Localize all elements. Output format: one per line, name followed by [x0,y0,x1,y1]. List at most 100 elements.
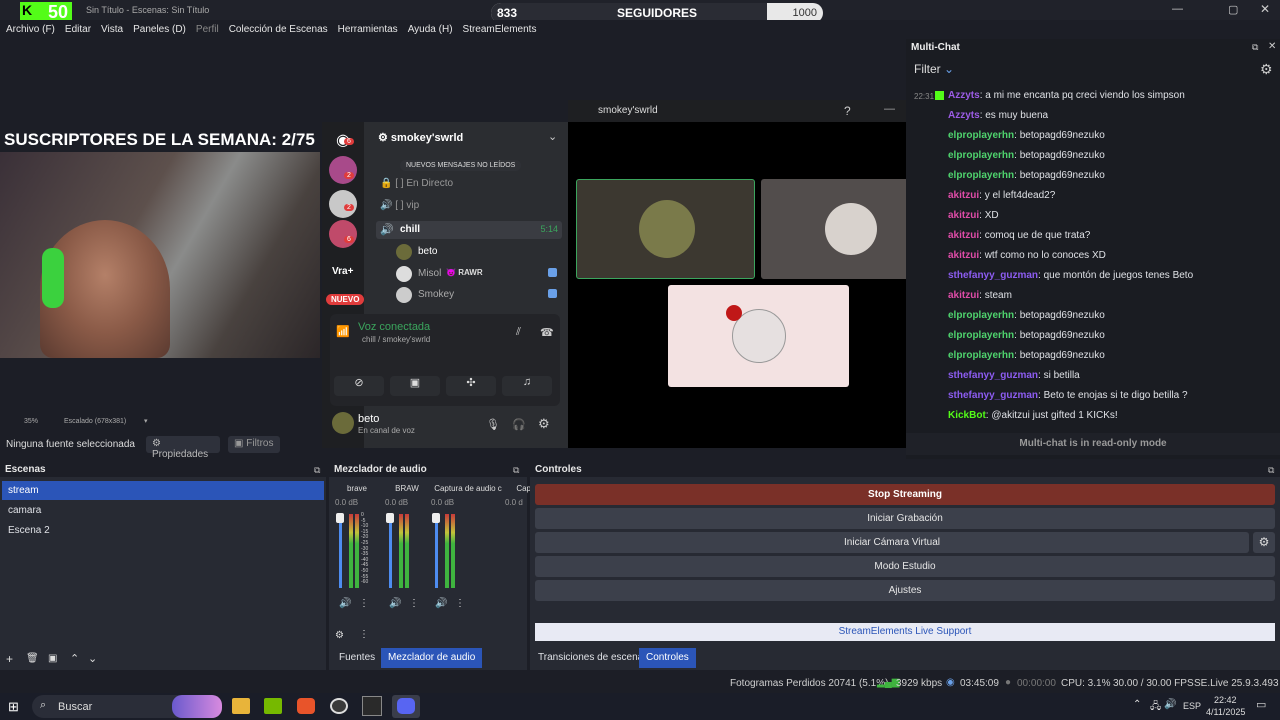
chat-username[interactable]: elproplayerhn [948,310,1014,321]
trash-icon[interactable]: 🗑 [26,653,39,664]
nvidia-icon[interactable] [264,698,282,714]
volume-fader[interactable] [339,514,342,588]
notification-icon[interactable]: ▭ [1256,698,1266,711]
voice-user-beto[interactable]: beto [418,246,437,257]
noise-icon[interactable]: ⫽ [516,326,521,339]
gear-icon[interactable]: ⚙ [335,630,344,641]
volume-fader[interactable] [389,514,392,588]
file-explorer-icon[interactable] [232,698,250,714]
scale-label[interactable]: Escalado (678x381) [64,418,126,425]
more-icon[interactable]: ⋮ [455,598,465,609]
stop-streaming-button[interactable]: Stop Streaming [535,484,1275,505]
filter-icon[interactable]: ▣ [48,653,57,664]
chat-username[interactable]: akitzui [948,210,979,221]
chat-username[interactable]: elproplayerhn [948,150,1014,161]
call-tile-beto[interactable] [576,179,755,279]
chat-username[interactable]: elproplayerhn [948,350,1014,361]
live-support-button[interactable]: StreamElements Live Support [535,623,1275,641]
channel-en-directo[interactable]: 🔒 [ ] En Directo [380,178,453,189]
chevron-down-icon[interactable]: ▾ [144,417,148,425]
channel-vip[interactable]: 🔊 [ ] vip [380,200,419,211]
filters-button[interactable]: ▣ Filtros [228,436,280,453]
tab-controles[interactable]: Controles [639,648,696,668]
menu-coleccion[interactable]: Colección de Escenas [229,24,328,35]
filter-dropdown[interactable]: Filter ⌄ [914,62,954,76]
call-tile-smokey[interactable] [668,285,849,387]
tab-transiciones[interactable]: Transiciones de escena [534,648,647,668]
soundboard-icon[interactable]: ♫ [502,376,552,396]
menu-editar[interactable]: Editar [65,24,91,35]
more-icon[interactable]: ⋮ [359,629,369,640]
undock-icon[interactable]: ⧉ [513,465,519,476]
maximize-icon[interactable]: ▢ [1228,3,1238,16]
brave-icon[interactable] [297,698,315,714]
volume-icon[interactable]: 🔊 [1164,699,1176,710]
scene-item-escena-2[interactable]: Escena 2 [2,521,324,540]
zoom-level[interactable]: 35% [24,418,38,425]
windows-start-icon[interactable]: ⊞ [8,699,19,715]
add-icon[interactable]: + [6,652,13,666]
tray-chevron-icon[interactable]: ⌃ [1133,699,1141,710]
channel-chill[interactable]: 🔊 chill 5:14 [376,221,562,239]
server-icon-1[interactable] [329,156,357,184]
scene-item-camara[interactable]: camara [2,501,324,520]
menu-ayuda[interactable]: Ayuda (H) [408,24,453,35]
chat-username[interactable]: akitzui [948,190,979,201]
server-icon-3[interactable] [329,220,357,248]
settings-button[interactable]: Ajustes [535,580,1275,601]
server-vra[interactable]: Vra+ [332,266,353,277]
language-indicator[interactable]: ESP [1183,701,1201,711]
volume-fader[interactable] [435,514,438,588]
tab-fuentes[interactable]: Fuentes [334,648,380,668]
voice-user-smokey[interactable]: Smokey [418,289,454,300]
clock-time[interactable]: 22:42 [1214,695,1237,705]
minimize-icon[interactable]: — [1172,3,1183,15]
chat-username[interactable]: Azzyts [948,90,980,101]
help-icon[interactable]: ? [844,104,851,118]
chat-username[interactable]: KickBot [948,410,986,421]
scene-item-stream[interactable]: stream [2,481,324,500]
chat-username[interactable]: elproplayerhn [948,170,1014,181]
move-down-icon[interactable]: ⌄ [88,652,97,665]
close-icon[interactable]: ✕ [1260,2,1270,16]
microphone-icon[interactable]: 🎙 [486,418,500,431]
disconnect-icon[interactable]: ☎ [540,326,554,339]
signal-icon[interactable]: 📶 [336,325,350,338]
clock-date[interactable]: 4/11/2025 [1206,707,1245,717]
more-icon[interactable]: ⋮ [359,598,369,609]
tab-mezclador[interactable]: Mezclador de audio [381,648,483,668]
activities-icon[interactable]: ✣ [446,376,496,396]
mute-icon[interactable]: 🔊 [339,598,351,609]
voice-user-misol[interactable]: Misol [418,268,441,279]
chat-username[interactable]: sthefanyy_guzman [948,270,1038,281]
network-icon[interactable]: 🖧 [1150,699,1161,716]
menu-paneles[interactable]: Paneles (D) [133,24,186,35]
menu-herramientas[interactable]: Herramientas [338,24,398,35]
taskbar-search[interactable]: ⌕ Buscar [32,695,222,718]
self-username[interactable]: beto [358,413,379,425]
discord-taskbar-button[interactable] [392,695,420,718]
undock-icon[interactable]: ⧉ [314,465,320,476]
gear-icon[interactable]: ⚙ [1253,532,1275,553]
headphones-icon[interactable]: 🎧 [512,418,526,431]
discord-minimize-icon[interactable]: — [884,103,895,115]
menu-streamelements[interactable]: StreamElements [463,24,537,35]
mute-icon[interactable]: 🔊 [435,598,447,609]
fader-handle[interactable] [336,513,344,523]
undock-icon[interactable]: ⧉ [1268,465,1274,476]
close-icon[interactable]: ✕ [1268,41,1276,52]
start-recording-button[interactable]: Iniciar Grabación [535,508,1275,529]
obs-icon[interactable] [330,698,348,714]
chevron-down-icon[interactable]: ⌄ [548,130,557,143]
new-messages-pill[interactable]: NUEVOS MENSAJES NO LEÍDOS [400,160,522,171]
chat-username[interactable]: akitzui [948,290,979,301]
chat-username[interactable]: Azzyts [948,110,980,121]
studio-mode-button[interactable]: Modo Estudio [535,556,1275,577]
undock-icon[interactable]: ⧉ [1252,42,1258,53]
chat-username[interactable]: elproplayerhn [948,330,1014,341]
camera-off-icon[interactable]: ⊘ [334,376,384,396]
fader-handle[interactable] [386,513,394,523]
chat-username[interactable]: elproplayerhn [948,130,1014,141]
epic-games-icon[interactable] [362,696,382,716]
gear-icon[interactable]: ⚙ [1260,61,1273,78]
